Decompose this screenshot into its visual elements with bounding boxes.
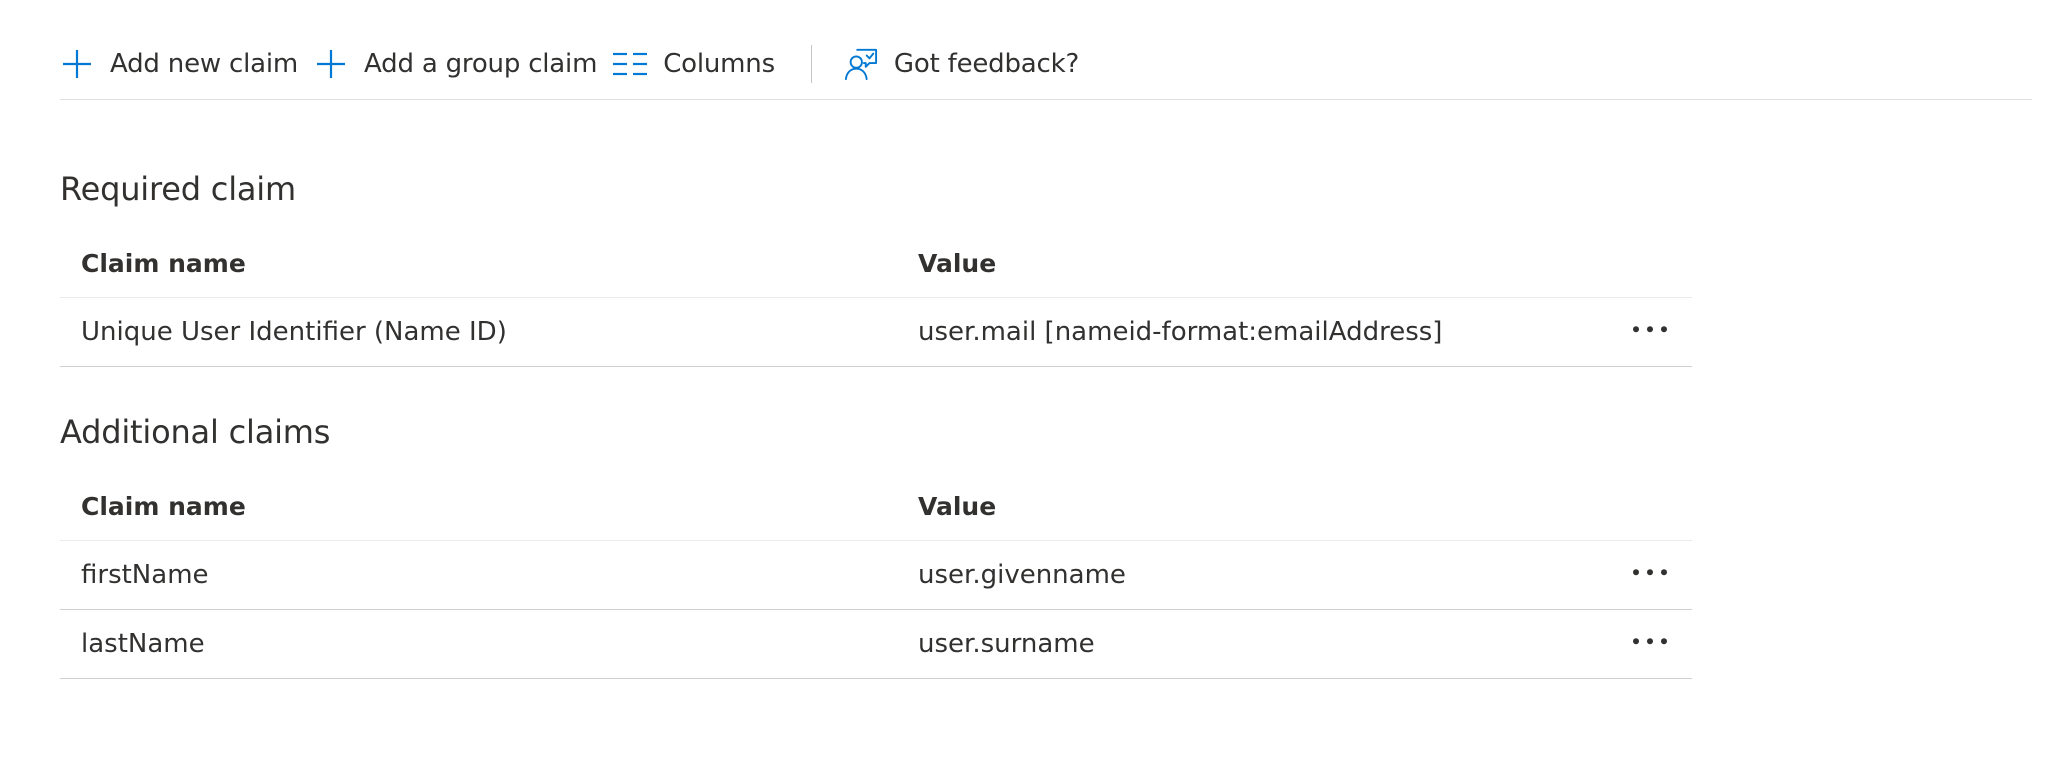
required-claim-title: Required claim	[60, 170, 296, 208]
add-new-claim-label: Add new claim	[110, 48, 299, 79]
table-row[interactable]: Unique User Identifier (Name ID) user.ma…	[60, 298, 1692, 367]
column-header-claim-name[interactable]: Claim name	[60, 249, 918, 278]
column-header-claim-name[interactable]: Claim name	[60, 492, 918, 521]
plus-icon	[314, 47, 348, 81]
more-icon	[1633, 326, 1667, 333]
required-claims-table: Claim name Value Unique User Identifier …	[60, 229, 1692, 367]
columns-icon	[613, 47, 648, 81]
claim-value-cell: user.givenname	[918, 560, 1126, 590]
additional-claims-title: Additional claims	[60, 413, 331, 451]
plus-icon	[60, 47, 94, 81]
toolbar-divider	[810, 44, 812, 83]
table-header-row: Claim name Value	[60, 229, 1692, 298]
claim-value-cell: user.surname	[918, 629, 1095, 659]
columns-button[interactable]: Columns	[613, 36, 791, 92]
column-header-value[interactable]: Value	[918, 492, 1692, 521]
add-group-claim-button[interactable]: Add a group claim	[314, 36, 613, 92]
more-icon	[1633, 638, 1667, 645]
claim-name-cell: firstName	[81, 560, 209, 590]
claims-page: Add new claim Add a group claim Columns …	[0, 0, 2072, 772]
command-bar: Add new claim Add a group claim Columns …	[60, 36, 2032, 100]
claim-name-cell: lastName	[81, 629, 205, 659]
more-icon	[1633, 569, 1667, 576]
claim-name-cell: Unique User Identifier (Name ID)	[81, 317, 507, 347]
feedback-label: Got feedback?	[893, 48, 1080, 79]
table-row[interactable]: lastName user.surname	[60, 610, 1692, 679]
add-new-claim-button[interactable]: Add new claim	[60, 36, 314, 92]
more-options-button[interactable]	[1628, 627, 1672, 655]
claim-value-cell: user.mail [nameid-format:emailAddress]	[918, 317, 1443, 347]
feedback-button[interactable]: Got feedback?	[844, 36, 1095, 92]
more-options-button[interactable]	[1628, 315, 1672, 343]
additional-claims-table: Claim name Value firstName user.givennam…	[60, 472, 1692, 679]
feedback-icon	[844, 47, 878, 81]
more-options-button[interactable]	[1628, 558, 1672, 586]
columns-label: Columns	[663, 48, 775, 79]
table-header-row: Claim name Value	[60, 472, 1692, 541]
add-group-claim-label: Add a group claim	[364, 48, 598, 79]
table-row[interactable]: firstName user.givenname	[60, 541, 1692, 610]
column-header-value[interactable]: Value	[918, 249, 1692, 278]
